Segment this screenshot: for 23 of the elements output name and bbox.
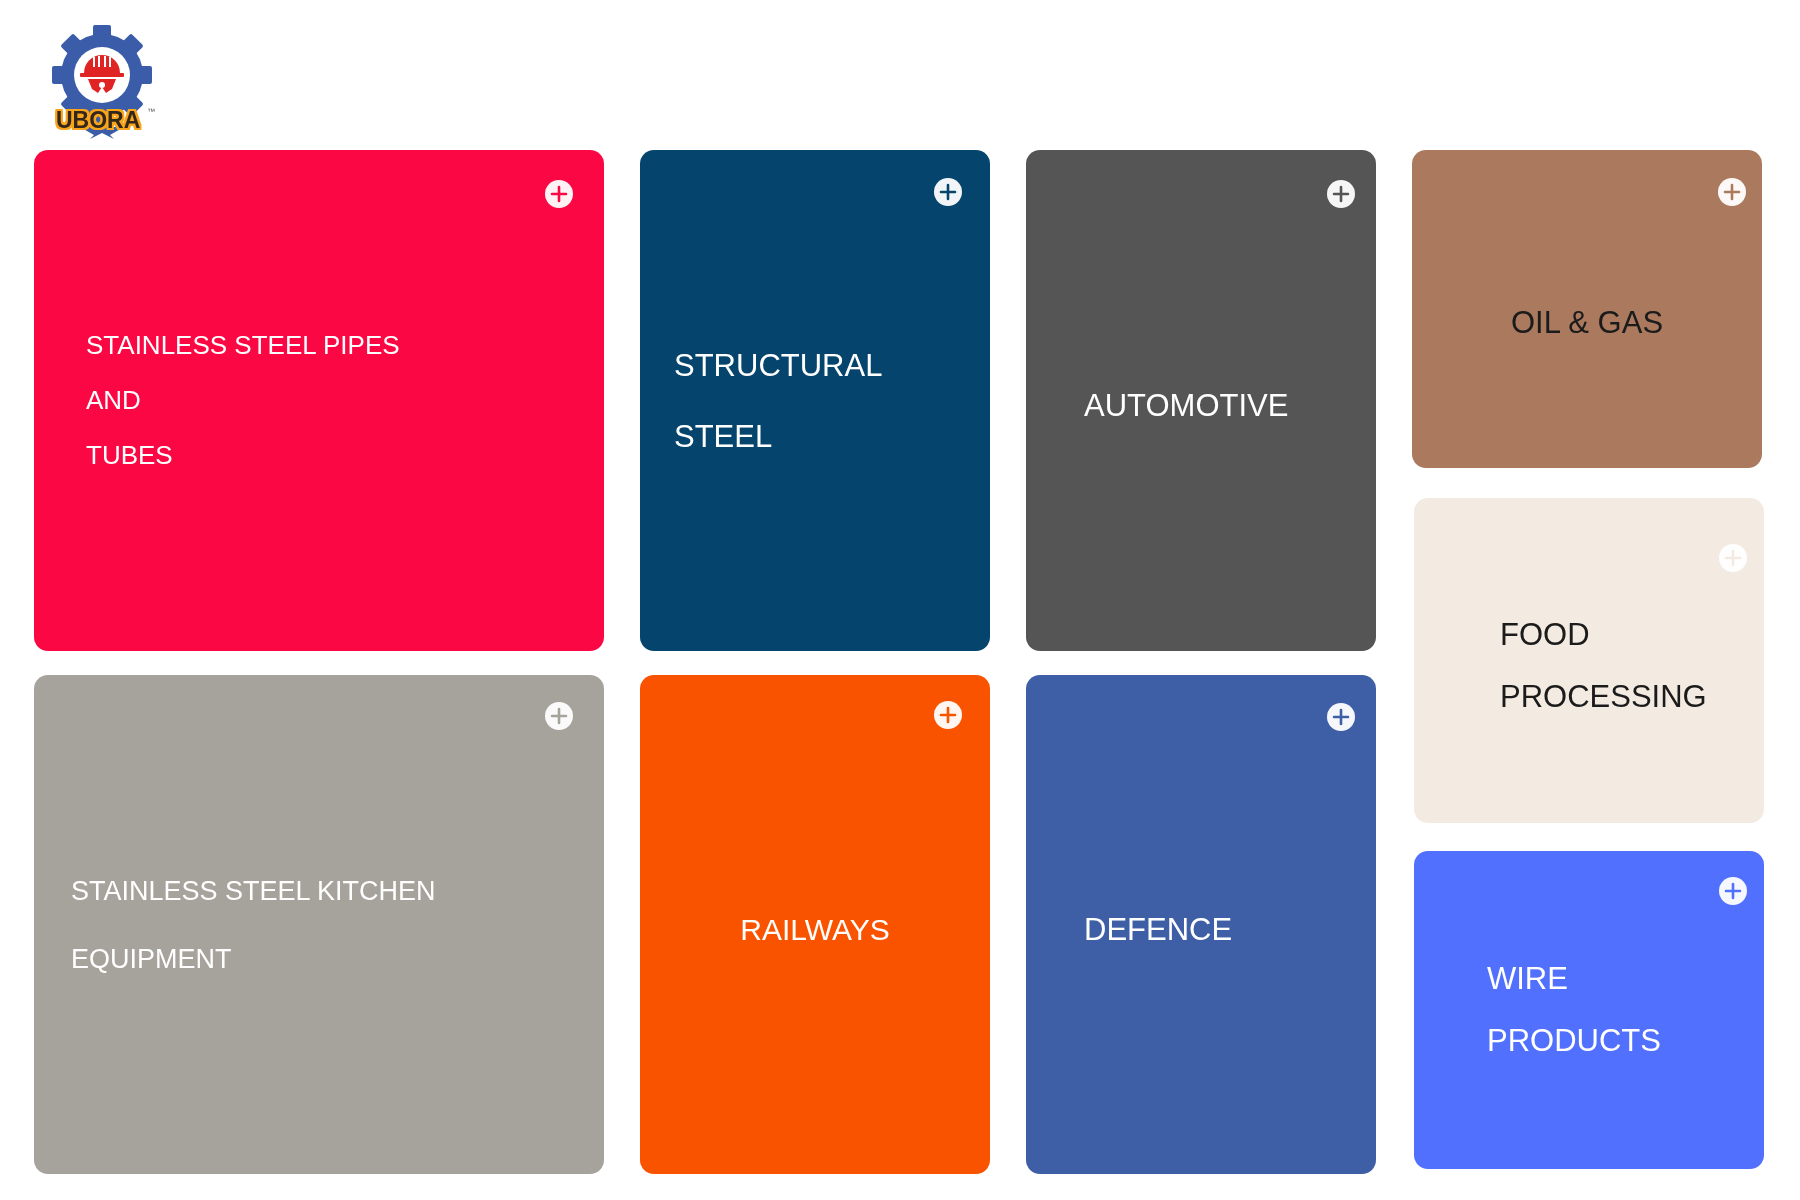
plus-icon[interactable] — [1327, 180, 1355, 208]
card-title: RAILWAYS — [740, 911, 890, 948]
category-card[interactable]: WIRE PRODUCTS — [1414, 851, 1764, 1169]
card-title: WIRE PRODUCTS — [1487, 960, 1661, 1060]
card-title: FOOD PROCESSING — [1500, 615, 1707, 716]
category-card[interactable]: RAILWAYS — [640, 675, 990, 1174]
card-title: STAINLESS STEEL PIPES AND TUBES — [86, 329, 400, 472]
category-card[interactable]: OIL & GAS — [1412, 150, 1762, 468]
card-title: STRUCTURAL STEEL — [674, 346, 883, 456]
category-card[interactable]: FOOD PROCESSING — [1414, 498, 1764, 823]
plus-icon[interactable] — [1327, 703, 1355, 731]
trademark-sign: ™ — [147, 107, 155, 116]
category-card[interactable]: STRUCTURAL STEEL — [640, 150, 990, 651]
category-card[interactable]: AUTOMOTIVE — [1026, 150, 1376, 651]
category-card[interactable]: STAINLESS STEEL PIPES AND TUBES — [34, 150, 604, 651]
card-title: AUTOMOTIVE — [1084, 386, 1289, 425]
plus-icon[interactable] — [1719, 877, 1747, 905]
card-title: OIL & GAS — [1510, 304, 1664, 342]
card-title: DEFENCE — [1084, 910, 1233, 949]
category-card[interactable]: STAINLESS STEEL KITCHEN EQUIPMENT — [34, 675, 604, 1174]
category-card[interactable]: DEFENCE — [1026, 675, 1376, 1174]
card-title: STAINLESS STEEL KITCHEN EQUIPMENT — [71, 874, 436, 976]
plus-icon[interactable] — [934, 178, 962, 206]
